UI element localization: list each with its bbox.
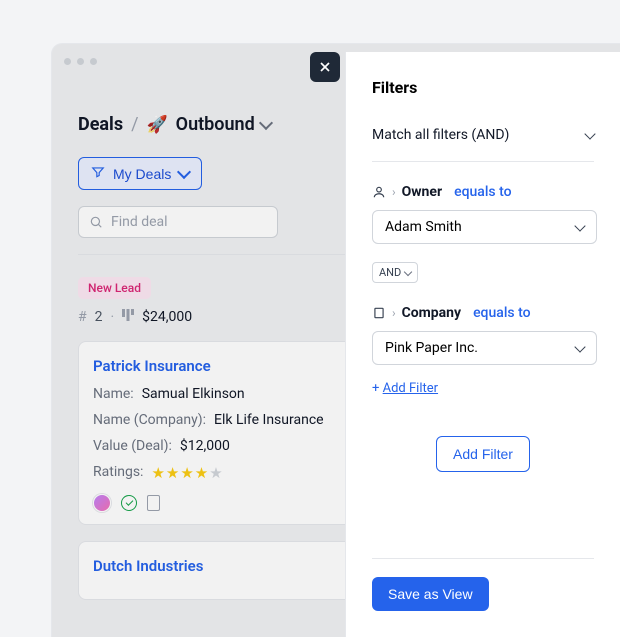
rocket-icon: 🚀	[147, 115, 168, 135]
avatar	[93, 494, 111, 512]
panel-title: Filters	[372, 78, 594, 97]
filter-value: Pink Paper Inc.	[385, 340, 478, 356]
filter-field-name: Owner	[402, 184, 442, 200]
chevron-down-icon	[177, 165, 191, 179]
filter-row: › Owner equals to Adam Smith	[372, 184, 594, 244]
save-view-button[interactable]: Save as View	[372, 577, 489, 611]
chevron-down-icon	[259, 116, 273, 130]
board-selector[interactable]: Outbound	[176, 114, 271, 135]
check-circle-icon	[121, 495, 137, 511]
total-value: $24,000	[142, 309, 192, 325]
company-icon	[372, 306, 386, 320]
deal-title: Patrick Insurance	[93, 357, 211, 375]
search-icon	[89, 215, 103, 229]
deal-count: 2	[95, 309, 103, 325]
chevron-right-icon: ›	[392, 306, 396, 320]
filter-icon	[91, 165, 105, 182]
field-label: Name:	[93, 386, 134, 402]
combiner-label: AND	[379, 266, 401, 279]
document-icon	[147, 495, 160, 511]
chevron-down-icon	[574, 220, 585, 231]
match-mode-label: Match all filters (AND)	[372, 127, 509, 143]
deal-title: Dutch Industries	[93, 557, 203, 575]
chevron-down-icon	[404, 267, 412, 275]
panel-footer: Save as View	[372, 558, 594, 611]
filter-value-select[interactable]: Adam Smith	[372, 210, 597, 244]
field-label: Value (Deal):	[93, 438, 172, 454]
filter-value: Adam Smith	[385, 219, 462, 235]
filter-value-select[interactable]: Pink Paper Inc.	[372, 331, 597, 365]
view-filter-button[interactable]: My Deals	[78, 157, 202, 190]
chevron-right-icon: ›	[392, 185, 396, 199]
kanban-icon	[122, 309, 134, 325]
rating-stars: ★★★★★	[151, 464, 222, 482]
board-name-label: Outbound	[176, 114, 255, 135]
section-title: Deals	[78, 114, 123, 135]
search-input[interactable]: Find deal	[78, 206, 278, 238]
field-label: Ratings:	[93, 464, 143, 482]
stage-badge: New Lead	[78, 277, 151, 299]
filter-field-name: Company	[402, 305, 461, 321]
hash-icon: #	[78, 309, 87, 325]
filters-panel: Filters Match all filters (AND) › Owner …	[345, 52, 620, 637]
add-filter-button[interactable]: Add Filter	[436, 436, 530, 472]
chevron-down-icon	[574, 341, 585, 352]
field-value: Elk Life Insurance	[214, 412, 324, 428]
view-filter-label: My Deals	[113, 166, 171, 182]
chevron-down-icon	[584, 128, 595, 139]
window-traffic-lights	[64, 58, 97, 65]
filter-operator[interactable]: equals to	[454, 184, 511, 200]
combiner-chip[interactable]: AND	[372, 262, 418, 283]
filter-operator[interactable]: equals to	[473, 305, 530, 321]
close-icon	[317, 59, 333, 75]
user-icon	[372, 185, 386, 199]
filter-row: › Company equals to Pink Paper Inc.	[372, 305, 594, 365]
add-filter-link[interactable]: + Add Filter	[372, 381, 438, 396]
search-placeholder: Find deal	[111, 214, 168, 230]
close-panel-button[interactable]	[310, 52, 340, 82]
breadcrumb-separator: /	[131, 114, 138, 135]
field-label: Name (Company):	[93, 412, 206, 428]
field-value: Samual Elkinson	[142, 386, 245, 402]
match-mode-selector[interactable]: Match all filters (AND)	[372, 127, 594, 162]
field-value: $12,000	[180, 438, 230, 454]
